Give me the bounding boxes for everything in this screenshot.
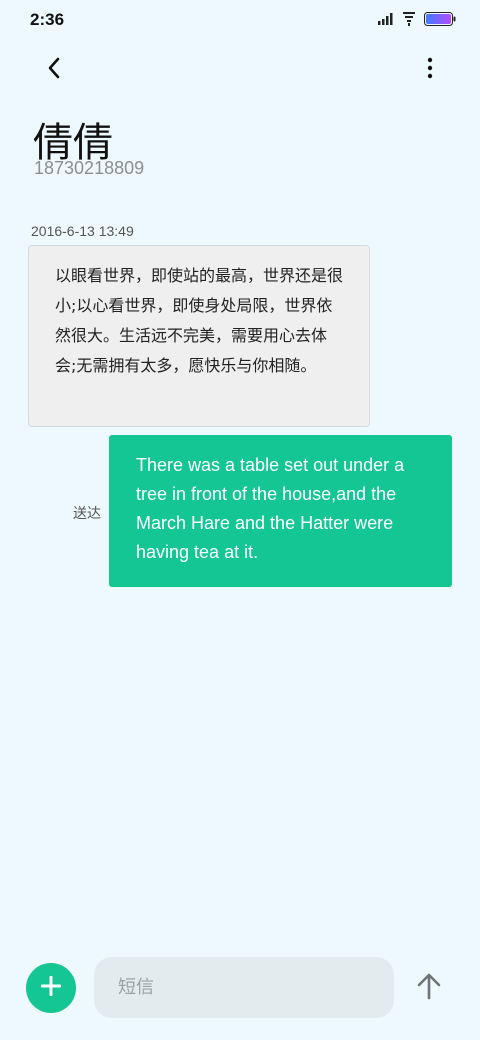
send-button[interactable] [412,970,446,1006]
outgoing-message-text: There was a table set out under a tree i… [136,455,405,562]
chevron-left-icon [46,56,62,84]
more-vertical-icon [427,57,433,83]
signal-icon [378,13,394,25]
message-timestamp: 2016-6-13 13:49 [31,223,134,239]
status-time: 2:36 [30,10,65,29]
outgoing-message-bubble[interactable]: There was a table set out under a tree i… [109,435,452,587]
top-bar [0,50,480,90]
composer-bar [0,950,480,1030]
delivery-status: 送达 [73,506,101,522]
arrow-up-icon [417,972,441,1004]
incoming-message-text: 以眼看世界，即使站的最高，世界还是很小;以心看世界，即使身处局限，世界依然很大。… [55,266,344,375]
battery-icon [424,12,456,26]
attach-button[interactable] [26,963,76,1013]
incoming-message-bubble[interactable]: 以眼看世界，即使站的最高，世界还是很小;以心看世界，即使身处局限，世界依然很大。… [28,245,370,427]
contact-number: 18730218809 [34,158,145,178]
more-options-button[interactable] [418,54,442,86]
wifi-icon [402,12,416,26]
status-icons [378,12,456,26]
plus-icon [40,975,62,1001]
message-input[interactable] [94,957,394,1018]
back-button[interactable] [38,54,70,86]
status-bar: 2:36 [0,0,480,40]
